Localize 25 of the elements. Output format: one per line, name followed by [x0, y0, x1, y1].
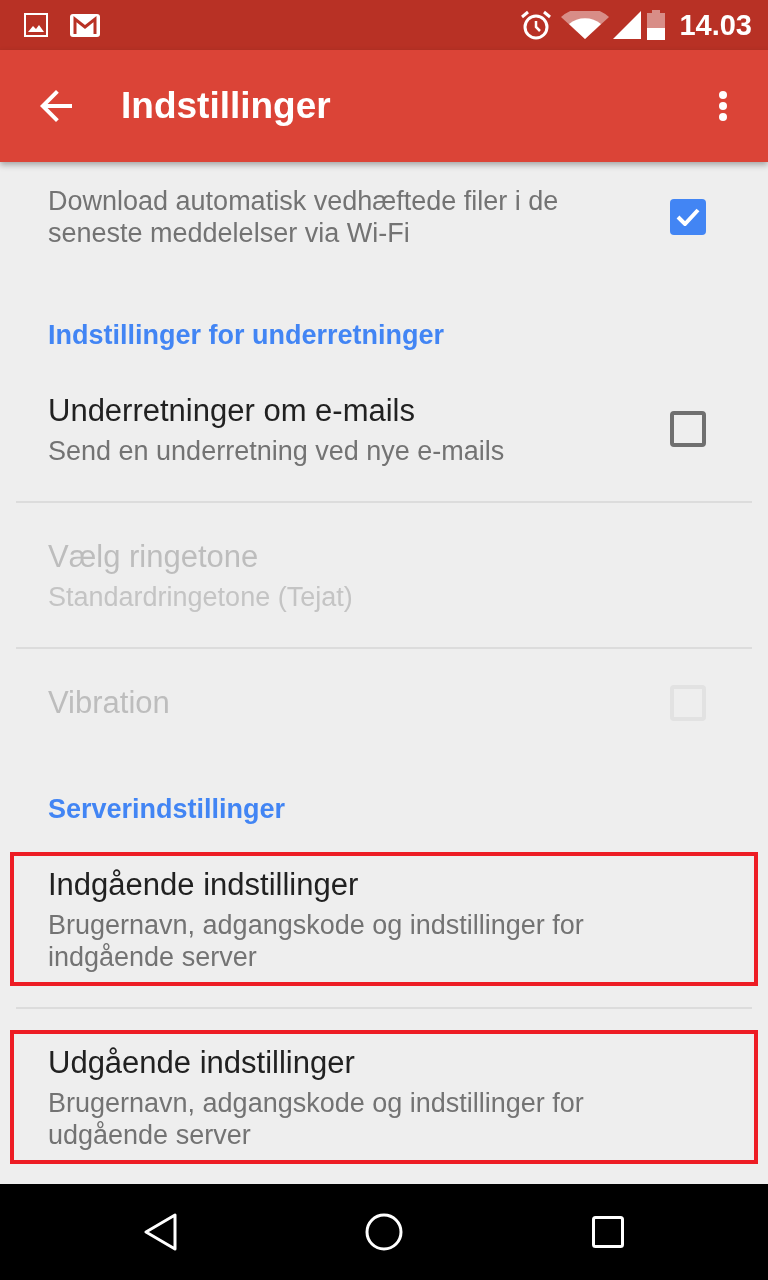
- checkmark-icon: [676, 208, 700, 226]
- section-header: Indstillinger for underretninger: [47, 319, 446, 352]
- back-arrow-icon[interactable]: [40, 90, 72, 122]
- home-icon[interactable]: [365, 1213, 403, 1251]
- battery-icon: [647, 10, 666, 40]
- screen-title: Indstillinger: [121, 84, 331, 128]
- signal-icon: [613, 11, 642, 39]
- setting-summary: Download automatisk vedhæftede filer i de seneste meddelelser via Wi-Fi: [48, 185, 560, 249]
- setting-summary: Brugernavn, adgangskode og indstillinger for udgående server: [48, 1087, 585, 1151]
- setting-summary: Send en underretning ved nye e-mails: [48, 435, 506, 467]
- mail-icon: [70, 13, 100, 37]
- setting-title[interactable]: Indgående indstillinger: [48, 865, 648, 905]
- setting-title[interactable]: Underretninger om e-mails: [48, 391, 648, 431]
- back-icon[interactable]: [143, 1213, 177, 1251]
- clock-time: 14.03: [679, 8, 752, 42]
- more-menu-icon[interactable]: [719, 91, 727, 121]
- recents-icon[interactable]: [592, 1216, 624, 1248]
- image-icon: [24, 13, 48, 37]
- checkbox[interactable]: [670, 199, 706, 235]
- setting-summary: Brugernavn, adgangskode og indstillinger for indgående server: [48, 909, 585, 973]
- wifi-icon: [561, 11, 610, 39]
- checkbox[interactable]: [670, 411, 706, 447]
- section-header: Serverindstillinger: [47, 793, 287, 826]
- setting-title[interactable]: Udgående indstillinger: [48, 1043, 648, 1083]
- alarm-icon: [521, 10, 552, 40]
